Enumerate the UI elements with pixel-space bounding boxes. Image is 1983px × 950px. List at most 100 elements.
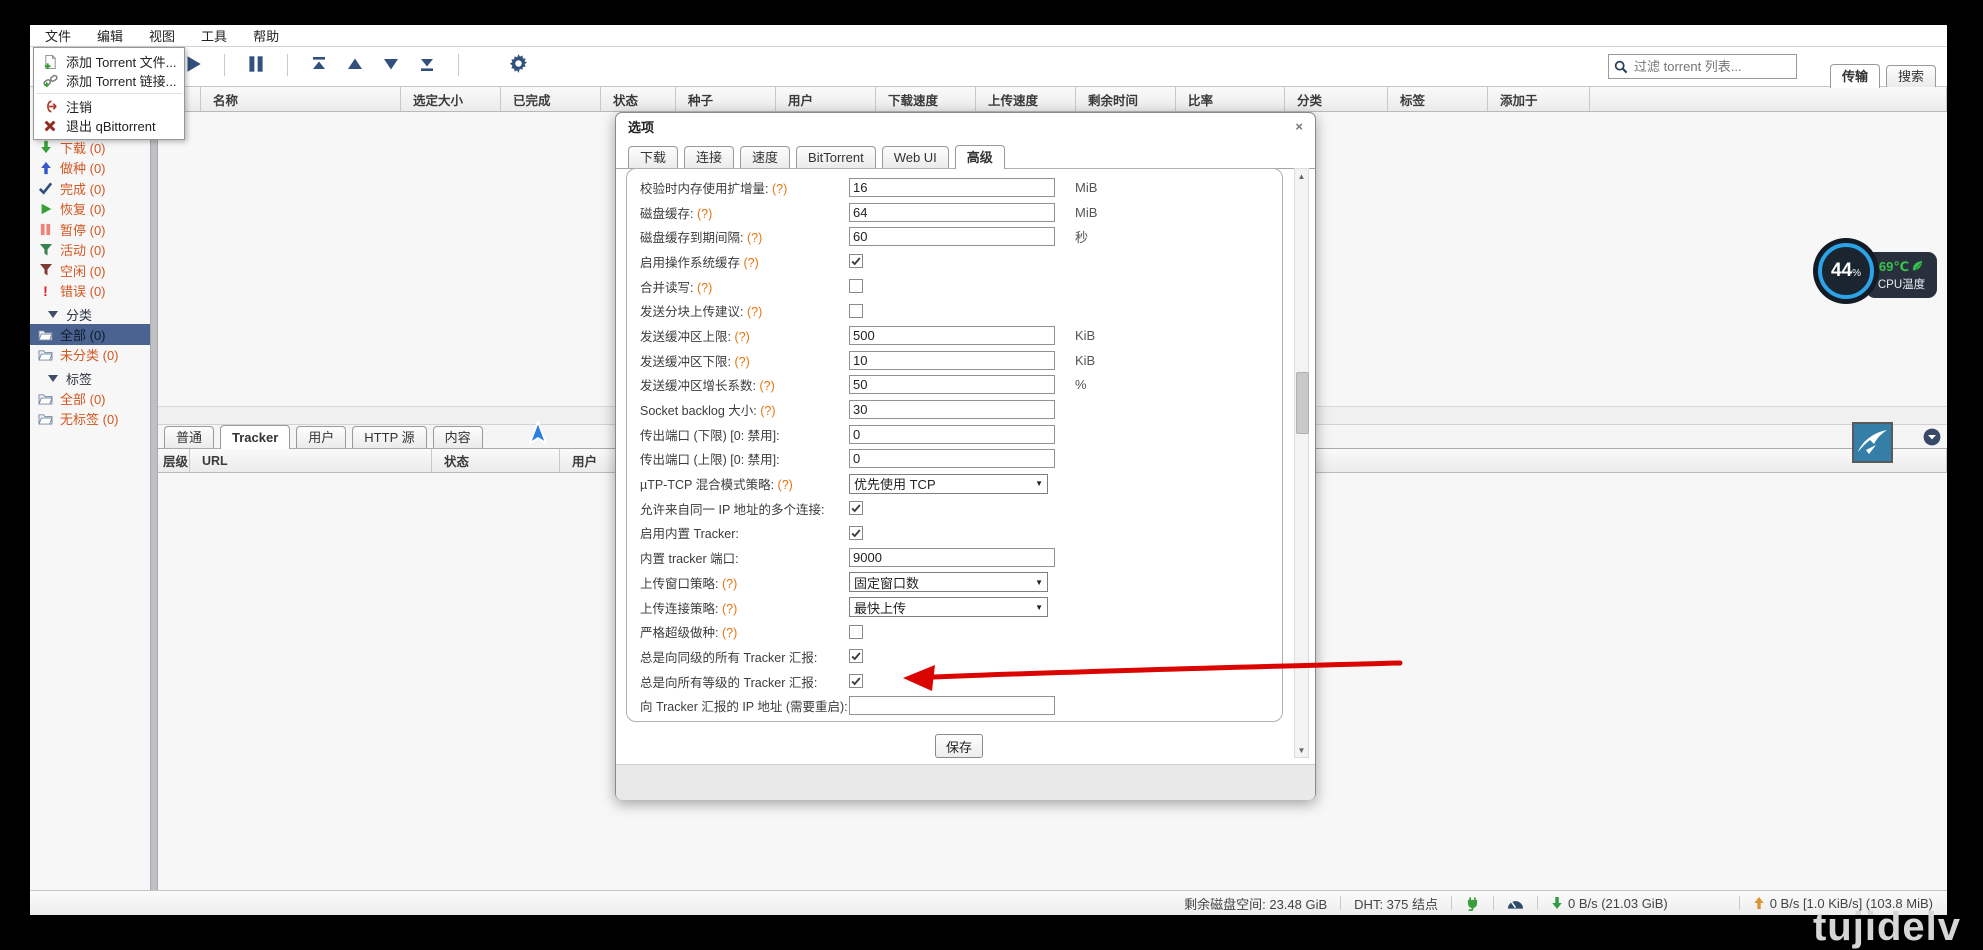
vertical-splitter[interactable] xyxy=(150,87,158,890)
menubar-item[interactable]: 帮助 xyxy=(240,25,292,47)
help-link[interactable]: (?) xyxy=(760,404,775,418)
option-input[interactable] xyxy=(849,375,1055,394)
option-input[interactable] xyxy=(849,696,1055,715)
help-link[interactable]: (?) xyxy=(772,182,787,196)
alt-speed-icon[interactable] xyxy=(1507,896,1524,910)
sidebar-item[interactable]: 无标签 (0) xyxy=(30,409,150,430)
dialog-titlebar[interactable]: 选项 × xyxy=(616,113,1315,140)
column-header[interactable]: 名称 xyxy=(201,87,401,111)
dialog-tab[interactable]: Web UI xyxy=(882,146,949,168)
option-checkbox[interactable] xyxy=(849,279,863,293)
sidebar-item[interactable]: 全部 (0) xyxy=(30,324,150,345)
bird-logo-icon[interactable] xyxy=(1852,422,1893,466)
status-filter-item[interactable]: 活动 (0) xyxy=(30,240,150,261)
help-link[interactable]: (?) xyxy=(722,577,737,591)
option-input[interactable] xyxy=(849,178,1055,197)
dialog-tab[interactable]: 连接 xyxy=(684,146,734,168)
column-header[interactable]: 比率 xyxy=(1176,87,1285,111)
move-down-button[interactable] xyxy=(378,52,404,78)
option-checkbox[interactable] xyxy=(849,674,863,688)
option-select[interactable]: 固定窗口数▼ xyxy=(849,572,1048,592)
column-header[interactable]: 种子 xyxy=(676,87,776,111)
column-header[interactable]: 添加于 xyxy=(1488,87,1590,111)
move-up-button[interactable] xyxy=(342,52,368,78)
tracker-column-header[interactable]: 层级 xyxy=(158,449,190,472)
column-header[interactable]: 已完成 xyxy=(501,87,601,111)
scrollbar-thumb[interactable] xyxy=(1296,372,1309,434)
help-link[interactable]: (?) xyxy=(722,602,737,616)
dialog-scrollbar[interactable]: ▲ ▼ xyxy=(1294,168,1309,758)
column-header[interactable]: 标签 xyxy=(1388,87,1488,111)
menu-item[interactable]: 退出 qBittorrent xyxy=(34,116,184,135)
column-header[interactable]: 状态 xyxy=(601,87,676,111)
help-link[interactable]: (?) xyxy=(759,379,774,393)
column-header[interactable]: 选定大小 xyxy=(401,87,501,111)
menubar-item[interactable]: 工具 xyxy=(188,25,240,47)
column-header[interactable]: 用户 xyxy=(776,87,876,111)
panel-tab[interactable]: 普通 xyxy=(164,426,214,448)
help-link[interactable]: (?) xyxy=(722,626,737,640)
options-button[interactable] xyxy=(505,52,531,78)
menubar-item[interactable]: 文件 xyxy=(32,25,84,47)
connection-status-icon[interactable] xyxy=(1465,896,1480,911)
help-link[interactable]: (?) xyxy=(697,207,712,221)
option-select[interactable]: 优先使用 TCP▼ xyxy=(849,474,1048,494)
option-checkbox[interactable] xyxy=(849,526,863,540)
panel-tab[interactable]: HTTP 源 xyxy=(352,426,426,448)
view-tab[interactable]: 传输 xyxy=(1830,64,1880,88)
status-filter-item[interactable]: 下载 (0) xyxy=(30,137,150,158)
column-header[interactable] xyxy=(1590,87,1947,111)
column-header[interactable]: 下载速度 xyxy=(876,87,976,111)
dialog-tab[interactable]: BitTorrent xyxy=(796,146,876,168)
status-filter-item[interactable]: 空闲 (0) xyxy=(30,260,150,281)
option-input[interactable] xyxy=(849,227,1055,246)
option-input[interactable] xyxy=(849,449,1055,468)
option-checkbox[interactable] xyxy=(849,304,863,318)
help-link[interactable]: (?) xyxy=(734,355,749,369)
option-select[interactable]: 最快上传▼ xyxy=(849,597,1048,617)
status-filter-item[interactable]: !错误 (0) xyxy=(30,281,150,302)
collapse-panel-button[interactable] xyxy=(1923,428,1941,449)
status-filter-item[interactable]: 恢复 (0) xyxy=(30,199,150,220)
menu-item[interactable]: 添加 Torrent 文件... xyxy=(34,52,184,71)
move-bottom-button[interactable] xyxy=(414,52,440,78)
help-link[interactable]: (?) xyxy=(778,478,793,492)
option-checkbox[interactable] xyxy=(849,649,863,663)
option-checkbox[interactable] xyxy=(849,254,863,268)
scroll-up-icon[interactable]: ▲ xyxy=(1295,169,1308,183)
option-input[interactable] xyxy=(849,326,1055,345)
close-icon[interactable]: × xyxy=(1295,119,1303,134)
panel-tab[interactable]: 内容 xyxy=(433,426,483,448)
dialog-tab[interactable]: 速度 xyxy=(740,146,790,168)
help-link[interactable]: (?) xyxy=(747,305,762,319)
sidebar-section-header[interactable]: 分类 xyxy=(30,304,150,324)
dialog-tab[interactable]: 下载 xyxy=(628,146,678,168)
option-checkbox[interactable] xyxy=(849,501,863,515)
menu-item[interactable]: 注销 xyxy=(34,97,184,116)
view-tab[interactable]: 搜索 xyxy=(1886,65,1936,87)
menu-item[interactable]: 添加 Torrent 链接... xyxy=(34,71,184,90)
status-filter-item[interactable]: 做种 (0) xyxy=(30,158,150,179)
menubar-item[interactable]: 编辑 xyxy=(84,25,136,47)
help-link[interactable]: (?) xyxy=(747,231,762,245)
pause-button[interactable] xyxy=(243,52,269,78)
column-header[interactable]: 剩余时间 xyxy=(1076,87,1176,111)
option-checkbox[interactable] xyxy=(849,625,863,639)
option-input[interactable] xyxy=(849,351,1055,370)
save-button[interactable]: 保存 xyxy=(935,734,983,758)
sidebar-section-header[interactable]: 标签 xyxy=(30,368,150,388)
tracker-column-header[interactable]: 状态 xyxy=(432,449,560,472)
panel-tab[interactable]: Tracker xyxy=(220,425,290,449)
column-header[interactable]: 上传速度 xyxy=(976,87,1076,111)
status-filter-item[interactable]: 完成 (0) xyxy=(30,178,150,199)
menubar-item[interactable]: 视图 xyxy=(136,25,188,47)
help-link[interactable]: (?) xyxy=(697,281,712,295)
move-top-button[interactable] xyxy=(306,52,332,78)
option-input[interactable] xyxy=(849,203,1055,222)
help-link[interactable]: (?) xyxy=(734,330,749,344)
scroll-down-icon[interactable]: ▼ xyxy=(1295,743,1308,757)
option-input[interactable] xyxy=(849,400,1055,419)
tracker-column-header[interactable]: URL xyxy=(190,449,432,472)
option-input[interactable] xyxy=(849,425,1055,444)
sidebar-item[interactable]: 未分类 (0) xyxy=(30,345,150,366)
